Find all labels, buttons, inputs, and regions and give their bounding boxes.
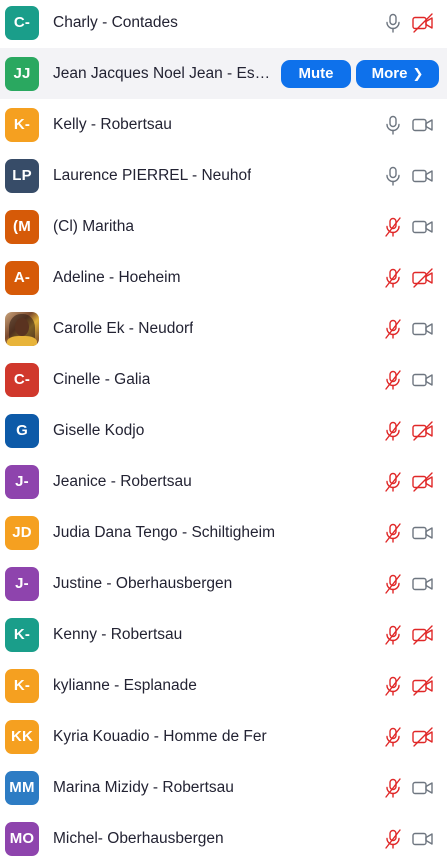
- participant-row[interactable]: A- Adeline - Hoeheim: [0, 252, 447, 303]
- participant-name: Kyria Kouadio - Homme de Fer: [53, 727, 267, 745]
- more-button-label: More: [371, 65, 408, 82]
- participant-name: Carolle Ek - Neudorf: [53, 319, 194, 337]
- video-camera-icon[interactable]: [411, 827, 435, 851]
- video-camera-icon[interactable]: [411, 164, 435, 188]
- participant-row[interactable]: G Giselle Kodjo: [0, 405, 447, 456]
- avatar: C-: [5, 362, 39, 397]
- participant-row[interactable]: K- Kelly - Robertsau: [0, 99, 447, 150]
- video-camera-icon[interactable]: [411, 317, 435, 341]
- participant-name: Marina Mizidy - Robertsau: [53, 778, 234, 796]
- participant-name: Charly - Contades: [53, 13, 178, 31]
- microphone-muted-icon[interactable]: [381, 368, 405, 392]
- participant-row[interactable]: J- Jeanice - Robertsau: [0, 456, 447, 507]
- participant-name: Judia Dana Tengo - Schiltigheim: [53, 523, 276, 541]
- avatar: KK: [5, 719, 39, 754]
- avatar: JJ: [5, 56, 39, 91]
- avatar: JD: [5, 515, 39, 550]
- participant-row[interactable]: (M (Cl) Maritha: [0, 201, 447, 252]
- microphone-muted-icon[interactable]: [381, 776, 405, 800]
- avatar: J-: [5, 566, 39, 601]
- participants-list: C- Charly - Contades JJ Jean Jacques Noel J…: [0, 0, 447, 860]
- participant-name: Jean Jacques Noel Jean - Esplanade: [53, 64, 275, 82]
- more-button[interactable]: More ❯: [356, 59, 439, 88]
- participant-row[interactable]: K- Kenny - Robertsau: [0, 609, 447, 660]
- participant-row[interactable]: LP Laurence PIERREL - Neuhof: [0, 150, 447, 201]
- video-off-icon[interactable]: [411, 419, 435, 443]
- microphone-muted-icon[interactable]: [381, 215, 405, 239]
- microphone-muted-icon[interactable]: [381, 725, 405, 749]
- participant-row[interactable]: MO Michel- Oberhausbergen: [0, 813, 447, 860]
- video-off-icon[interactable]: [411, 266, 435, 290]
- avatar: K-: [5, 107, 39, 142]
- microphone-muted-icon[interactable]: [381, 521, 405, 545]
- video-off-icon[interactable]: [411, 11, 435, 35]
- avatar: G: [5, 413, 39, 448]
- participant-row[interactable]: JJ Jean Jacques Noel Jean - Esplanade Mute…: [0, 48, 447, 99]
- avatar: A-: [5, 260, 39, 295]
- participant-name: Giselle Kodjo: [53, 421, 145, 439]
- participant-row[interactable]: MM Marina Mizidy - Robertsau: [0, 762, 447, 813]
- chevron-right-icon: ❯: [412, 65, 424, 81]
- participant-row[interactable]: K-kylianne - Esplanade: [0, 660, 447, 711]
- avatar: C-: [5, 5, 39, 40]
- microphone-muted-icon[interactable]: [381, 572, 405, 596]
- avatar: K-: [5, 617, 39, 652]
- participant-name: Adeline - Hoeheim: [53, 268, 181, 286]
- video-camera-icon[interactable]: [411, 776, 435, 800]
- microphone-muted-icon[interactable]: [381, 674, 405, 698]
- participant-row[interactable]: J- Justine - Oberhausbergen: [0, 558, 447, 609]
- participant-row[interactable]: Carolle Ek - Neudorf: [0, 303, 447, 354]
- avatar: K-: [5, 668, 39, 703]
- video-camera-icon[interactable]: [411, 215, 435, 239]
- participant-name: kylianne - Esplanade: [53, 676, 197, 694]
- video-camera-icon[interactable]: [411, 368, 435, 392]
- video-off-icon[interactable]: [411, 470, 435, 494]
- avatar: MM: [5, 770, 39, 805]
- participant-name: Jeanice - Robertsau: [53, 472, 192, 490]
- avatar: J-: [5, 464, 39, 499]
- participant-name: (Cl) Maritha: [53, 217, 134, 235]
- participant-row[interactable]: JD Judia Dana Tengo - Schiltigheim: [0, 507, 447, 558]
- avatar: [5, 311, 39, 346]
- video-off-icon[interactable]: [411, 725, 435, 749]
- microphone-muted-icon[interactable]: [381, 470, 405, 494]
- participant-name: Justine - Oberhausbergen: [53, 574, 233, 592]
- avatar: (M: [5, 209, 39, 244]
- video-off-icon[interactable]: [411, 623, 435, 647]
- video-camera-icon[interactable]: [411, 113, 435, 137]
- video-camera-icon[interactable]: [411, 572, 435, 596]
- participant-row[interactable]: KK Kyria Kouadio - Homme de Fer: [0, 711, 447, 762]
- microphone-icon[interactable]: [381, 11, 405, 35]
- participant-row[interactable]: C- Cinelle - Galia: [0, 354, 447, 405]
- video-camera-icon[interactable]: [411, 521, 435, 545]
- video-off-icon[interactable]: [411, 674, 435, 698]
- microphone-muted-icon[interactable]: [381, 317, 405, 341]
- microphone-muted-icon[interactable]: [381, 827, 405, 851]
- participant-name: Kenny - Robertsau: [53, 625, 183, 643]
- microphone-icon[interactable]: [381, 113, 405, 137]
- participant-name: Cinelle - Galia: [53, 370, 151, 388]
- avatar: MO: [5, 821, 39, 856]
- participant-row[interactable]: C- Charly - Contades: [0, 0, 447, 48]
- microphone-muted-icon[interactable]: [381, 419, 405, 443]
- microphone-icon[interactable]: [381, 164, 405, 188]
- avatar: LP: [5, 158, 39, 193]
- participant-name: Michel- Oberhausbergen: [53, 829, 224, 847]
- mute-button[interactable]: Mute: [281, 59, 351, 88]
- microphone-muted-icon[interactable]: [381, 266, 405, 290]
- participant-name: Laurence PIERREL - Neuhof: [53, 166, 252, 184]
- microphone-muted-icon[interactable]: [381, 623, 405, 647]
- participant-name: Kelly - Robertsau: [53, 115, 172, 133]
